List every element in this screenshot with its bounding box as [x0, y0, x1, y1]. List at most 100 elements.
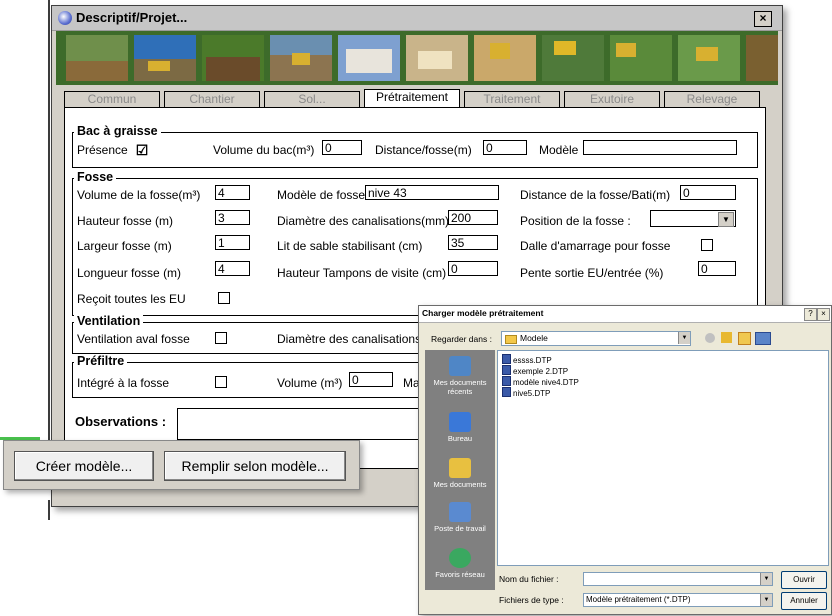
file-item[interactable]: modèle nive4.DTP [502, 376, 579, 387]
tab-traitement[interactable]: Traitement [464, 91, 560, 107]
file-icon [502, 376, 511, 386]
modele-bac-input[interactable] [583, 140, 737, 155]
tab-commun[interactable]: Commun [64, 91, 160, 107]
file-item[interactable]: exemple 2.DTP [502, 365, 568, 376]
app-icon [58, 11, 72, 25]
tab-relevage[interactable]: Relevage [664, 91, 760, 107]
observations-label: Observations : [75, 414, 167, 429]
creer-modele-button[interactable]: Créer modèle... [14, 451, 154, 481]
filetype-label: Fichiers de type : [499, 595, 564, 605]
distance-bati-input[interactable]: 0 [680, 185, 736, 200]
place-mes-documents[interactable]: Mes documents [425, 458, 495, 489]
integre-label: Intégré à la fosse [77, 376, 170, 390]
ventilation-aval-checkbox[interactable] [215, 332, 227, 344]
new-folder-icon[interactable] [738, 332, 751, 345]
open-button[interactable]: Ouvrir [781, 571, 827, 589]
network-icon [449, 548, 471, 568]
computer-icon [449, 502, 471, 522]
volume-bac-input[interactable]: 0 [322, 140, 362, 155]
modele-fosse-input[interactable]: nive 43 [365, 185, 499, 200]
tab-pretraitement[interactable]: Prétraitement [364, 89, 460, 107]
distance-bati-label: Distance de la fosse/Bati(m) [520, 188, 671, 202]
dalle-label: Dalle d'amarrage pour fosse [520, 239, 671, 253]
bac-title: Bac à graisse [74, 124, 161, 138]
title-bar: Descriptif/Projet... × [52, 6, 782, 31]
cancel-button[interactable]: Annuler [781, 592, 827, 610]
hauteur-fosse-label: Hauteur fosse (m) [77, 214, 174, 228]
presence-label: Présence [77, 143, 128, 157]
chevron-down-icon[interactable]: ▼ [678, 332, 690, 344]
tab-exutoire[interactable]: Exutoire [564, 91, 660, 107]
up-folder-icon[interactable] [721, 332, 732, 343]
chevron-down-icon[interactable]: ▼ [760, 573, 772, 585]
presence-checkbox[interactable]: ☑ [135, 143, 149, 157]
remplir-modele-button[interactable]: Remplir selon modèle... [164, 451, 346, 481]
place-recent[interactable]: Mes documents récents [425, 356, 495, 396]
largeur-fosse-label: Largeur fosse (m) [77, 239, 172, 253]
back-icon[interactable] [705, 333, 715, 343]
tampons-input[interactable]: 0 [448, 261, 498, 276]
filename-label: Nom du fichier : [499, 574, 559, 584]
ventilation-aval-label: Ventilation aval fosse [77, 332, 190, 346]
photo-banner [56, 31, 778, 85]
place-favoris-reseau[interactable]: Favoris réseau [425, 548, 495, 579]
chevron-down-icon[interactable]: ▼ [718, 212, 734, 227]
tab-sol[interactable]: Sol... [264, 91, 360, 107]
lit-sable-label: Lit de sable stabilisant (cm) [277, 239, 423, 253]
chevron-down-icon[interactable]: ▼ [760, 594, 772, 606]
filename-input[interactable]: ▼ [583, 572, 773, 586]
close-button[interactable]: × [754, 11, 772, 27]
view-menu-icon[interactable] [755, 332, 771, 345]
help-button[interactable]: ? [804, 308, 817, 321]
file-item[interactable]: essss.DTP [502, 354, 552, 365]
dalle-checkbox[interactable] [701, 239, 713, 251]
position-fosse-label: Position de la fosse : [520, 214, 631, 228]
background-window-edge [48, 0, 50, 440]
volume-bac-label: Volume du bac(m³) [213, 143, 315, 157]
recent-documents-icon [449, 356, 471, 376]
file-item[interactable]: nive5.DTP [502, 387, 550, 398]
prefiltre-title: Préfiltre [74, 354, 128, 368]
place-poste-travail[interactable]: Poste de travail [425, 502, 495, 533]
position-fosse-select[interactable]: ▼ [650, 210, 736, 227]
lookin-select[interactable]: Modele ▼ [501, 331, 691, 346]
integre-checkbox[interactable] [215, 376, 227, 388]
volume-fosse-input[interactable]: 4 [215, 185, 250, 200]
largeur-fosse-input[interactable]: 1 [215, 235, 250, 250]
longueur-fosse-input[interactable]: 4 [215, 261, 250, 276]
pente-input[interactable]: 0 [698, 261, 736, 276]
hauteur-fosse-input[interactable]: 3 [215, 210, 250, 225]
diametre-canalisations-input[interactable]: 200 [448, 210, 498, 225]
longueur-fosse-label: Longueur fosse (m) [77, 266, 182, 280]
tampons-label: Hauteur Tampons de visite (cm) [277, 266, 447, 280]
ventilation-title: Ventilation [74, 314, 144, 328]
file-list: essss.DTP exemple 2.DTP modèle nive4.DTP… [497, 350, 829, 566]
background-window-edge-bottom [48, 500, 50, 520]
tab-chantier[interactable]: Chantier [164, 91, 260, 107]
filetype-select[interactable]: Modèle prétraitement (*.DTP) ▼ [583, 593, 773, 607]
model-button-bar: Créer modèle... Remplir selon modèle... [3, 440, 360, 490]
tab-strip: Commun Chantier Sol... Prétraitement Tra… [64, 89, 770, 107]
distance-fosse-input[interactable]: 0 [483, 140, 527, 155]
file-icon [502, 387, 511, 397]
fosse-title: Fosse [74, 170, 117, 184]
modele-fosse-label: Modèle de fosse [277, 188, 366, 202]
lookin-value: Modele [520, 333, 548, 343]
dialog-close-button[interactable]: × [817, 308, 830, 321]
dialog-title-bar: Charger modèle prétraitement ? × [419, 306, 831, 323]
lit-sable-input[interactable]: 35 [448, 235, 498, 250]
recoit-eu-label: Reçoit toutes les EU [77, 292, 186, 306]
dialog-title: Charger modèle prétraitement [422, 308, 544, 318]
file-icon [502, 354, 511, 364]
file-icon [502, 365, 511, 375]
recoit-eu-checkbox[interactable] [218, 292, 230, 304]
desktop-icon [449, 412, 471, 432]
my-documents-icon [449, 458, 471, 478]
prefiltre-volume-input[interactable]: 0 [349, 372, 393, 387]
folder-icon [505, 335, 517, 344]
banner-photos [56, 31, 778, 85]
volume-fosse-label: Volume de la fosse(m³) [77, 188, 201, 202]
place-bureau[interactable]: Bureau [425, 412, 495, 443]
modele-bac-label: Modèle [539, 143, 579, 157]
pente-label: Pente sortie EU/entrée (%) [520, 266, 664, 280]
